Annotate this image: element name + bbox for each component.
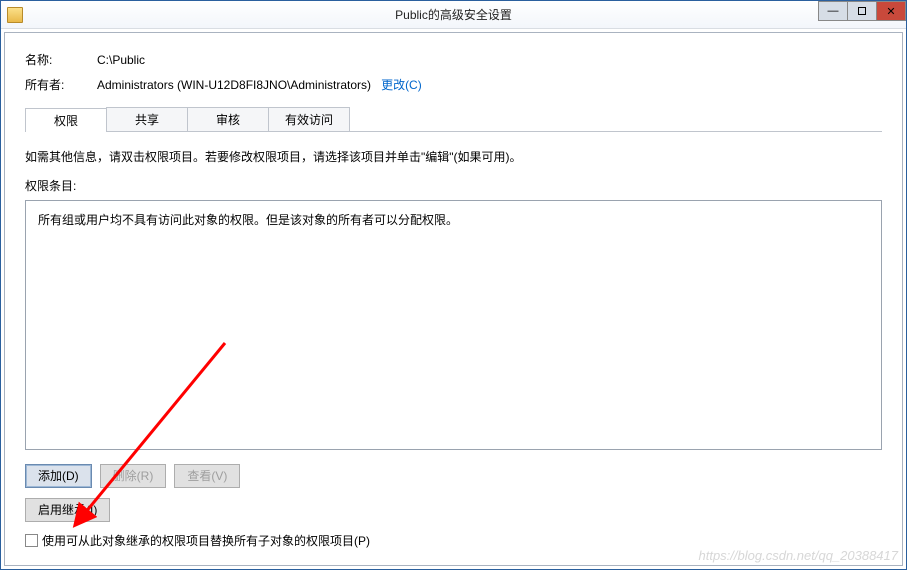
permission-entries-list[interactable]: 所有组或用户均不具有访问此对象的权限。但是该对象的所有者可以分配权限。 bbox=[25, 200, 882, 450]
dialog-window: Public的高级安全设置 — ✕ 名称: C:\Public 所有者: Adm… bbox=[0, 0, 907, 570]
client-area: 名称: C:\Public 所有者: Administrators (WIN-U… bbox=[4, 32, 903, 566]
window-title: Public的高级安全设置 bbox=[1, 6, 906, 23]
add-button[interactable]: 添加(D) bbox=[25, 464, 92, 488]
maximize-button[interactable] bbox=[847, 1, 877, 21]
name-value: C:\Public bbox=[97, 53, 145, 67]
tab-effective-access[interactable]: 有效访问 bbox=[268, 107, 350, 131]
tab-permissions[interactable]: 权限 bbox=[25, 108, 107, 132]
owner-row: 所有者: Administrators (WIN-U12D8FI8JNO\Adm… bbox=[25, 76, 882, 93]
replace-children-checkbox[interactable] bbox=[25, 534, 38, 547]
remove-button[interactable]: 删除(R) bbox=[100, 464, 167, 488]
replace-children-label: 使用可从此对象继承的权限项目替换所有子对象的权限项目(P) bbox=[42, 532, 370, 549]
tab-share[interactable]: 共享 bbox=[106, 107, 188, 131]
permission-entries-empty-text: 所有组或用户均不具有访问此对象的权限。但是该对象的所有者可以分配权限。 bbox=[38, 211, 869, 228]
folder-icon bbox=[7, 7, 23, 23]
view-button[interactable]: 查看(V) bbox=[174, 464, 240, 488]
entry-buttons-row: 添加(D) 删除(R) 查看(V) bbox=[25, 464, 882, 488]
minimize-button[interactable]: — bbox=[818, 1, 848, 21]
enable-inheritance-button[interactable]: 启用继承(I) bbox=[25, 498, 110, 522]
owner-label: 所有者: bbox=[25, 76, 97, 93]
tab-strip: 权限 共享 审核 有效访问 bbox=[25, 107, 882, 132]
name-row: 名称: C:\Public bbox=[25, 51, 882, 68]
permission-entries-label: 权限条目: bbox=[25, 177, 882, 194]
window-controls: — ✕ bbox=[819, 1, 906, 21]
close-button[interactable]: ✕ bbox=[876, 1, 906, 21]
tab-audit[interactable]: 审核 bbox=[187, 107, 269, 131]
change-owner-link[interactable]: 更改(C) bbox=[381, 76, 422, 93]
name-label: 名称: bbox=[25, 51, 97, 68]
owner-value: Administrators (WIN-U12D8FI8JNO\Administ… bbox=[97, 78, 371, 92]
instruction-text: 如需其他信息，请双击权限项目。若要修改权限项目，请选择该项目并单击"编辑"(如果… bbox=[25, 148, 882, 167]
title-bar[interactable]: Public的高级安全设置 — ✕ bbox=[1, 1, 906, 29]
replace-children-row: 使用可从此对象继承的权限项目替换所有子对象的权限项目(P) bbox=[25, 532, 882, 549]
